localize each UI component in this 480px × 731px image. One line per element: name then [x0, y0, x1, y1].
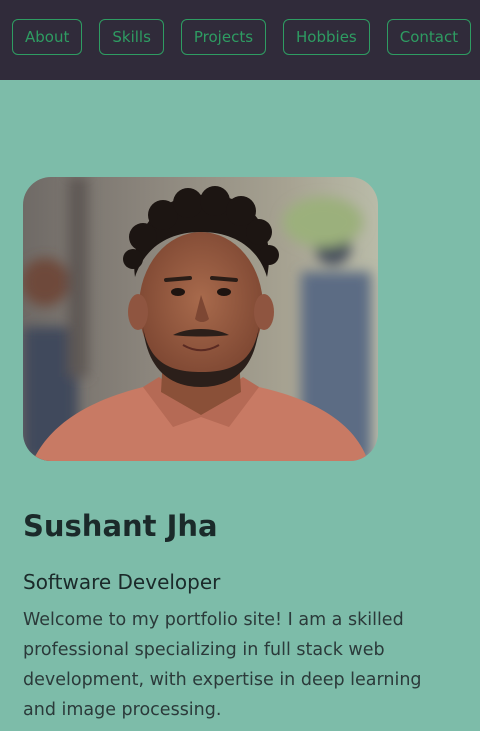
hero-section: Sushant Jha Software Developer Welcome t…: [23, 177, 433, 720]
nav-link-hobbies[interactable]: Hobbies: [283, 19, 370, 55]
profile-intro: Welcome to my portfolio site! I am a ski…: [23, 610, 422, 720]
profile-role: Software Developer: [23, 570, 221, 594]
nav-link-about[interactable]: About: [12, 19, 83, 55]
nav-menu: About Skills Projects Hobbies Contact: [12, 19, 480, 55]
nav-link-projects[interactable]: Projects: [180, 19, 267, 55]
profile-photo: [23, 177, 378, 461]
nav-link-skills[interactable]: Skills: [99, 19, 164, 55]
top-navbar: About Skills Projects Hobbies Contact: [0, 0, 480, 80]
nav-link-contact[interactable]: Contact: [386, 19, 472, 55]
profile-name: Sushant Jha: [23, 509, 218, 543]
